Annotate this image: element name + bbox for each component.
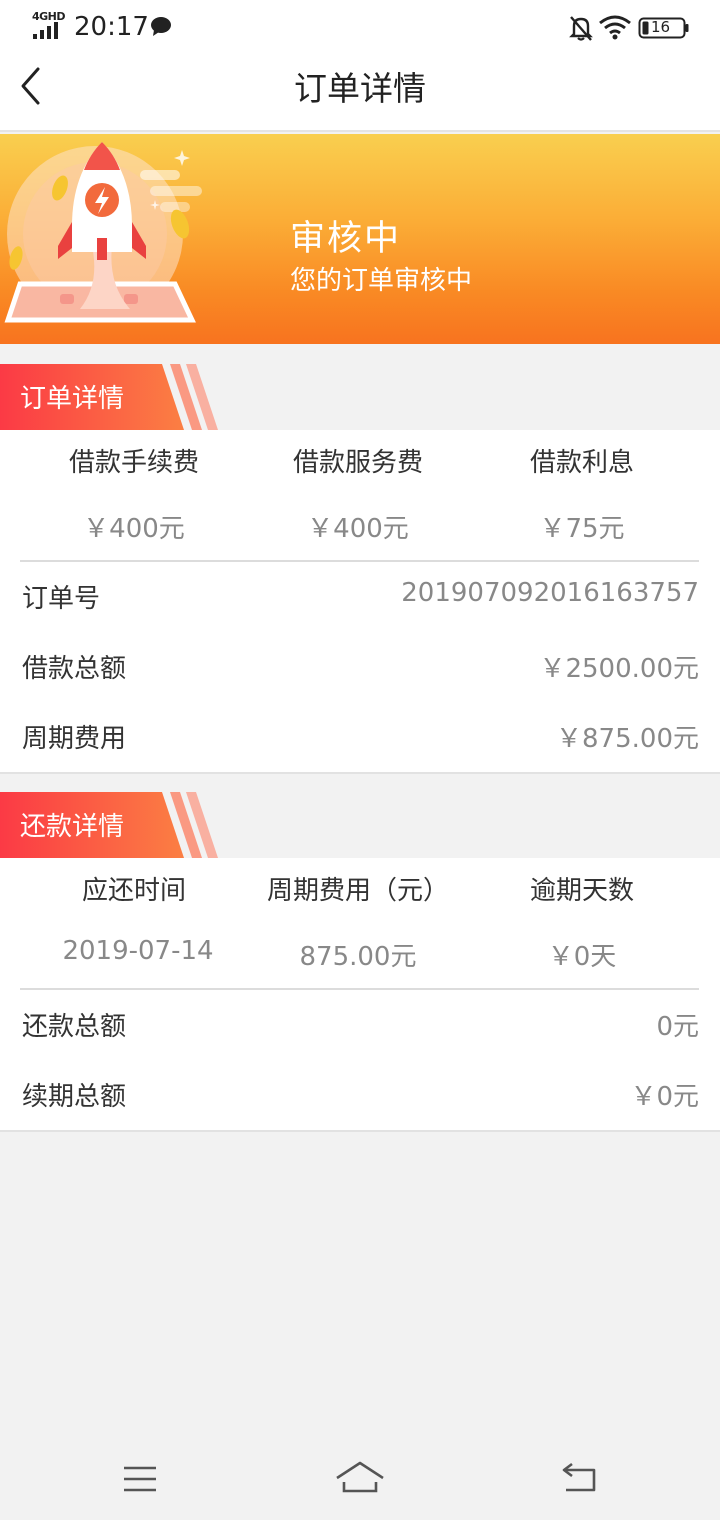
system-nav-bar bbox=[0, 1440, 720, 1520]
fee-value: ￥400元 bbox=[83, 514, 185, 544]
period-fee-row: 周期费用 ￥875.00元 bbox=[0, 718, 720, 768]
order-number-row: 订单号 20190709201616​3757 bbox=[0, 578, 720, 628]
fee-value: ￥400元 bbox=[307, 514, 409, 544]
fee-label: 借款手续费 bbox=[68, 448, 199, 478]
repay-col-label: 应还时间 bbox=[81, 876, 186, 906]
divider bbox=[20, 988, 699, 990]
wifi-icon bbox=[599, 15, 631, 40]
status-banner: 审核中 您的订单审核中 bbox=[0, 134, 720, 344]
renew-total-row: 续期总额 ￥0元 bbox=[0, 1076, 720, 1126]
fee-label: 借款利息 bbox=[529, 448, 634, 478]
order-status: 审核中 bbox=[290, 219, 402, 259]
divider bbox=[20, 560, 699, 562]
row-label: 还款总额 bbox=[22, 1012, 127, 1042]
loan-total-value: ￥2500.00元 bbox=[539, 654, 699, 684]
repay-col-label: 逾期天数 bbox=[529, 876, 634, 906]
row-label: 周期费用 bbox=[22, 724, 127, 754]
battery-level: 16 bbox=[651, 18, 671, 36]
repay-total-value: 0元 bbox=[656, 1012, 699, 1042]
repay-col-value: 2019-07-14 bbox=[62, 936, 214, 966]
period-fee-value: ￥875.00元 bbox=[556, 724, 699, 754]
repay-section-tag: 还款详情 bbox=[0, 792, 220, 858]
row-label: 订单号 bbox=[22, 584, 101, 614]
repay-col-label: 周期费用（元） bbox=[266, 876, 449, 906]
repay-section-title: 还款详情 bbox=[20, 812, 125, 842]
back-nav-icon[interactable] bbox=[558, 1462, 600, 1496]
order-section-tag: 订单详情 bbox=[0, 364, 220, 430]
row-label: 借款总额 bbox=[22, 654, 127, 684]
order-status-subtitle: 您的订单审核中 bbox=[290, 266, 473, 296]
loan-total-row: 借款总额 ￥2500.00元 bbox=[0, 648, 720, 698]
renew-total-value: ￥0元 bbox=[630, 1082, 699, 1112]
page-title: 订单详情 bbox=[294, 69, 426, 108]
status-bar: 4GHD 20:17 16 bbox=[0, 0, 720, 56]
home-icon[interactable] bbox=[334, 1458, 386, 1496]
clock: 20:17 bbox=[74, 12, 149, 42]
message-icon bbox=[151, 17, 171, 36]
row-label: 续期总额 bbox=[22, 1082, 127, 1112]
signal-icon bbox=[33, 22, 58, 39]
order-number-value: 20190709201616​3757 bbox=[401, 578, 699, 608]
fee-value: ￥75元 bbox=[539, 514, 625, 544]
menu-icon[interactable] bbox=[122, 1464, 158, 1494]
nav-bar: 订单详情 bbox=[0, 56, 720, 132]
repay-col-value: ￥0天 bbox=[547, 942, 617, 972]
bell-off-icon bbox=[569, 16, 593, 41]
fee-label: 借款服务费 bbox=[292, 448, 423, 478]
repay-col-value: 875.00元 bbox=[299, 942, 417, 972]
order-section-title: 订单详情 bbox=[20, 384, 125, 414]
order-details-card: 借款手续费 借款服务费 借款利息 ￥400元 ￥400元 ￥75元 订单号 20… bbox=[0, 430, 720, 774]
repay-total-row: 还款总额 0元 bbox=[0, 1006, 720, 1056]
repay-details-card: 应还时间 周期费用（元） 逾期天数 2019-07-14 875.00元 ￥0天… bbox=[0, 858, 720, 1132]
rocket-illustration bbox=[4, 142, 202, 323]
